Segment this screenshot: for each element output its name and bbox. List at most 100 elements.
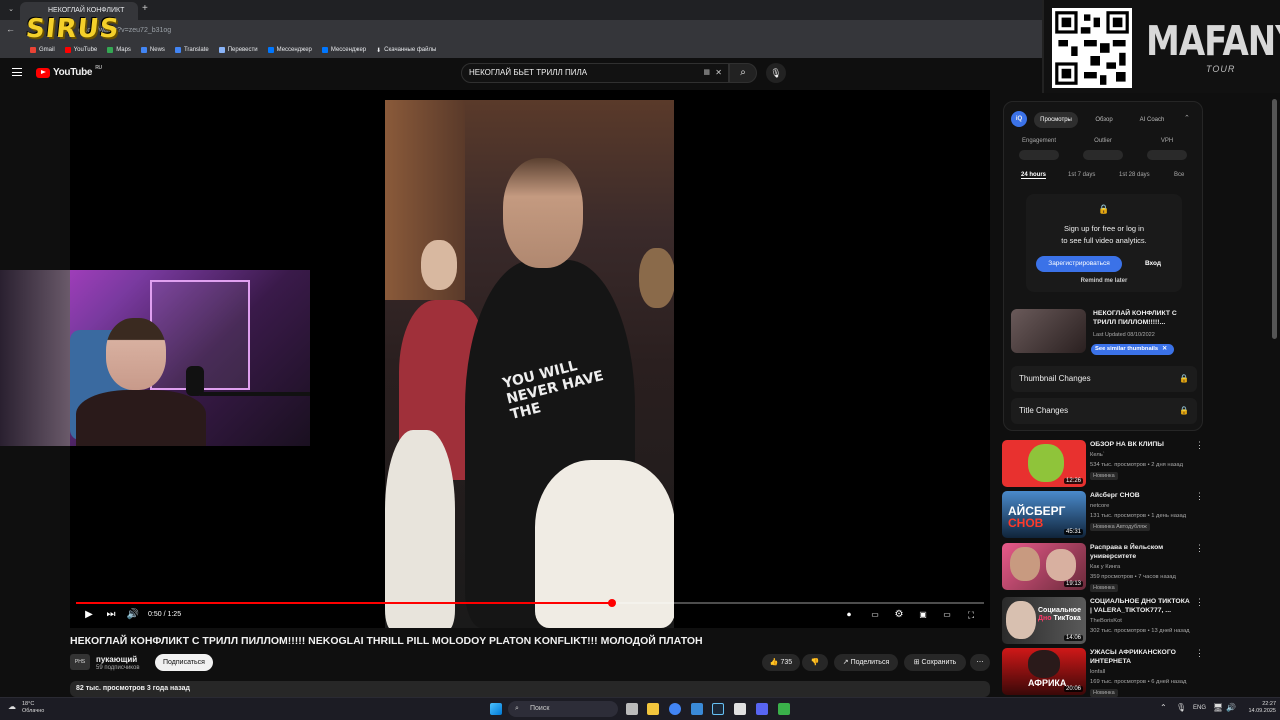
tab-views[interactable]: Просмотры	[1034, 112, 1078, 128]
range-24h[interactable]: 24 hours	[1021, 172, 1047, 179]
app-icon-terminal[interactable]	[734, 703, 746, 715]
remind-later-link[interactable]: Remind me later	[1026, 278, 1182, 284]
recommendation-thumbnail[interactable]: АФРИКА 20:06	[1002, 648, 1086, 695]
recommendation-thumbnail[interactable]: АЙСБЕРГ СНОВ 45:31	[1002, 491, 1086, 538]
tab-ai-coach[interactable]: AI Coach	[1132, 112, 1172, 128]
range-7d[interactable]: 1st 7 days	[1068, 172, 1095, 178]
recommendation-item[interactable]: 19:13 Расправа в Йельском университете К…	[1002, 543, 1204, 592]
more-options-icon[interactable]: ⋮	[1195, 648, 1204, 659]
thumbnail-caption: АЙСБЕРГ СНОВ	[1008, 504, 1066, 530]
app-icon-steam[interactable]	[712, 703, 724, 715]
more-options-icon[interactable]: ⋮	[1195, 491, 1204, 502]
autoplay-toggle[interactable]: ⏺	[840, 608, 858, 622]
progress-bar[interactable]	[76, 599, 984, 607]
recommendation-item[interactable]: Социальное Дно ТикТока 14:06 СОЦИАЛЬНОЕ Д…	[1002, 597, 1204, 645]
recommendation-thumbnail[interactable]: Социальное Дно ТикТока 14:06	[1002, 597, 1086, 644]
subscribe-button[interactable]: Подписаться	[155, 654, 213, 671]
miniplayer-button[interactable]: ▣	[916, 608, 930, 622]
recommendation-title[interactable]: УЖАСЫ АФРИКАНСКОГО ИНТЕРНЕТА	[1090, 648, 1192, 666]
more-options-icon[interactable]: ⋮	[1195, 440, 1204, 451]
title-changes-row[interactable]: Title Changes 🔒	[1011, 398, 1197, 424]
range-all[interactable]: Все	[1174, 172, 1184, 178]
back-icon[interactable]: ←	[6, 24, 15, 34]
more-options-icon[interactable]: ⋮	[1195, 597, 1204, 608]
next-button[interactable]: ⏭	[104, 608, 118, 622]
recommendation-item[interactable]: 12:26 ОБЗОР НА ВК КЛИПЫ Кель` 534 тыс. п…	[1002, 440, 1204, 488]
more-options-icon[interactable]: ⋮	[1195, 543, 1204, 554]
close-icon[interactable]: ✕	[1162, 346, 1167, 352]
save-button[interactable]: ⊞ Сохранить	[904, 654, 966, 671]
bookmark-downloads[interactable]: ⬇ Скачанные файлы	[376, 47, 436, 54]
bookmark-messenger-2[interactable]: Мессенджер	[321, 47, 366, 53]
file-explorer-icon[interactable]	[647, 703, 659, 715]
shrek-face	[1028, 444, 1064, 482]
bookmark-translate[interactable]: Translate	[174, 47, 209, 53]
bookmark-maps[interactable]: Maps	[107, 47, 131, 53]
scrollbar-thumb[interactable]	[1272, 99, 1277, 339]
new-tab-button[interactable]: +	[142, 3, 148, 14]
recommendation-channel[interactable]: Кель`	[1090, 452, 1105, 458]
network-icon[interactable]: 🖥	[1213, 703, 1223, 712]
signup-button[interactable]: Зарегистрироваться	[1036, 256, 1122, 272]
bookmark-gmail[interactable]: Gmail	[30, 47, 55, 53]
clear-search-icon[interactable]: ✕	[715, 64, 722, 82]
youtube-logo[interactable]: YouTube RU	[36, 65, 102, 78]
recommendation-item[interactable]: АФРИКА 20:06 УЖАСЫ АФРИКАНСКОГО ИНТЕРНЕТ…	[1002, 648, 1204, 697]
page-scrollbar[interactable]	[1270, 95, 1278, 695]
recommendation-title[interactable]: Расправа в Йельском университете	[1090, 543, 1192, 561]
search-button[interactable]: ⌕	[729, 63, 757, 83]
progress-scrubber[interactable]	[607, 599, 616, 607]
recommendation-title[interactable]: СОЦИАЛЬНОЕ ДНО ТИКТОКА | VALERA_TIKTOK77…	[1090, 597, 1192, 615]
microphone-tray-icon[interactable]: 🎙	[1176, 703, 1186, 712]
bookmark-youtube[interactable]: YouTube	[64, 47, 97, 53]
theater-mode-button[interactable]: ▭	[940, 608, 954, 622]
channel-name[interactable]: пукающий	[96, 655, 137, 664]
weather-widget[interactable]: ☁ 18°C Облачно	[8, 701, 44, 715]
recommendation-channel[interactable]: Как у Кинга	[1090, 564, 1120, 570]
play-button[interactable]: ▶	[82, 608, 96, 622]
recommendation-thumbnail[interactable]: 12:26	[1002, 440, 1086, 487]
more-actions-button[interactable]: ⋯	[970, 654, 990, 671]
taskbar-search[interactable]: ⌕ Поиск	[508, 701, 618, 717]
subtitles-button[interactable]: ▭	[868, 608, 882, 622]
app-icon-green[interactable]	[778, 703, 790, 715]
bookmark-perevesti[interactable]: Перевести	[218, 47, 258, 53]
description-box[interactable]: 82 тыс. просмотров 3 года назад	[70, 681, 990, 697]
task-view-icon[interactable]	[626, 703, 638, 715]
app-icon-blue[interactable]	[691, 703, 703, 715]
windows-start-icon[interactable]	[490, 703, 502, 715]
recommendation-channel[interactable]: netcore	[1090, 503, 1109, 509]
thumbnail-changes-row[interactable]: Thumbnail Changes 🔒	[1011, 366, 1197, 392]
recommendation-item[interactable]: АЙСБЕРГ СНОВ 45:31 Айсберг СНОВ netcore 1…	[1002, 491, 1204, 539]
settings-icon[interactable]: ⚙	[892, 608, 906, 622]
tab-list-button[interactable]: ⌄	[4, 4, 18, 16]
similar-thumbnails-button[interactable]: See similar thumbnails ✕	[1091, 344, 1174, 355]
channel-avatar[interactable]: PHS	[70, 654, 90, 670]
login-button[interactable]: Вход	[1136, 256, 1170, 272]
keyboard-icon[interactable]: ▦	[703, 64, 710, 82]
like-button[interactable]: 👍 735	[762, 654, 800, 671]
collapse-icon[interactable]: ⌃	[1184, 114, 1190, 122]
clock[interactable]: 22:27 14.09.2025	[1240, 701, 1276, 715]
fullscreen-button[interactable]: ⛶	[964, 608, 978, 622]
menu-icon[interactable]	[12, 68, 22, 76]
voice-search-button[interactable]: 🎙	[766, 63, 786, 83]
range-28d[interactable]: 1st 28 days	[1119, 172, 1150, 178]
recommendation-thumbnail[interactable]: 19:13	[1002, 543, 1086, 590]
share-button[interactable]: ↗ Поделиться	[834, 654, 898, 671]
volume-tray-icon[interactable]: 🔊	[1226, 703, 1236, 712]
recommendation-channel[interactable]: lonfall	[1090, 669, 1105, 675]
tab-overview[interactable]: Обзор	[1084, 112, 1124, 128]
discord-icon[interactable]	[756, 703, 768, 715]
bookmark-messenger-1[interactable]: Мессенджер	[267, 47, 312, 53]
recommendation-title[interactable]: ОБЗОР НА ВК КЛИПЫ	[1090, 440, 1192, 449]
dislike-button[interactable]: 👎	[802, 654, 828, 671]
language-indicator[interactable]: ENG	[1193, 705, 1206, 711]
tray-chevron-icon[interactable]: ⌃	[1160, 703, 1167, 712]
recommendation-title[interactable]: Айсберг СНОВ	[1090, 491, 1192, 500]
chrome-icon[interactable]	[669, 703, 681, 715]
search-input[interactable]: НЕКОГЛАЙ БЬЕТ ТРИЛЛ ПИЛА ▦ ✕	[461, 63, 729, 83]
recommendation-channel[interactable]: TheBorisKot	[1090, 618, 1122, 624]
volume-button[interactable]: 🔊	[126, 608, 140, 622]
bookmark-news[interactable]: News	[140, 47, 165, 53]
